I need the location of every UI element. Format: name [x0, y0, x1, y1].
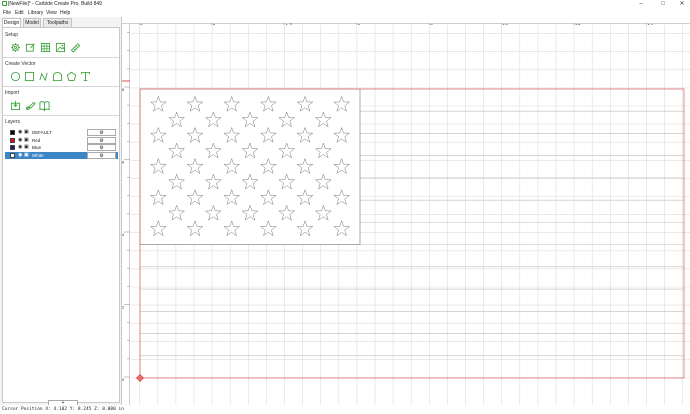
ruler-icon[interactable] — [70, 42, 81, 53]
section-import-label: Import — [5, 90, 20, 96]
ruler-top: 02468101214 — [122, 17, 690, 30]
layer-row[interactable]: ◉ ▣ DEFAULT ⚙ — [5, 129, 118, 136]
ruler-left-scale: 1086420 — [122, 15, 130, 382]
left-panel: Design Model Toolpaths Setup Create Vect… — [0, 17, 122, 406]
job-setup-icon[interactable] — [10, 42, 21, 53]
design-canvas[interactable] — [131, 25, 690, 405]
layer-settings-button[interactable]: ⚙ — [87, 151, 116, 159]
grid-icon[interactable] — [40, 42, 51, 53]
import-icon[interactable] — [10, 100, 21, 111]
menu-view[interactable]: View — [46, 9, 57, 17]
menu-edit[interactable]: Edit — [15, 9, 24, 17]
minimize-button[interactable]: – — [636, 0, 646, 8]
maximize-button[interactable]: □ — [658, 0, 668, 8]
section-divider — [3, 57, 119, 58]
layer-name: Blue — [32, 145, 42, 150]
section-divider — [3, 115, 119, 116]
layer-settings-button[interactable]: ⚙ — [87, 144, 116, 151]
layer-color-swatch[interactable] — [10, 137, 15, 143]
layer-name: DEFAULT — [32, 130, 52, 135]
layer-row[interactable]: ◉ ▣ White ⚙ — [5, 151, 118, 159]
visibility-eye-icon[interactable]: ◉ — [18, 144, 22, 151]
tab-design[interactable]: Design — [2, 18, 21, 27]
layer-name: White — [32, 152, 44, 158]
section-layers-label: Layers — [5, 119, 21, 125]
visibility-eye-icon[interactable]: ◉ — [18, 129, 22, 136]
tab-toolpaths[interactable]: Toolpaths — [43, 18, 72, 27]
lock-icon[interactable]: ▣ — [24, 137, 29, 144]
tab-model[interactable]: Model — [23, 18, 41, 27]
menu-library[interactable]: Library — [28, 9, 43, 17]
ruler-left-label: 0 — [122, 377, 125, 382]
lock-icon[interactable]: ▣ — [24, 144, 29, 151]
layer-color-swatch[interactable] — [10, 152, 15, 158]
polygon-icon[interactable] — [52, 71, 63, 82]
menu-help[interactable]: Help — [60, 9, 70, 17]
ruler-left-label: 8 — [122, 87, 125, 92]
circle-icon[interactable] — [10, 71, 21, 82]
layer-settings-button[interactable]: ⚙ — [87, 129, 116, 136]
section-setup-label: Setup — [5, 32, 19, 38]
close-button[interactable]: ✕ — [677, 0, 687, 8]
layer-color-swatch[interactable] — [10, 145, 15, 150]
curve-icon[interactable] — [38, 71, 49, 82]
layer-row[interactable]: ◉ ▣ Red ⚙ — [5, 136, 118, 144]
section-create-vector-label: Create Vector — [5, 61, 36, 67]
ruler-left: 1086420 — [122, 15, 130, 405]
trace-icon[interactable] — [25, 100, 36, 111]
book-icon[interactable] — [39, 100, 50, 111]
visibility-eye-icon[interactable]: ◉ — [18, 152, 22, 159]
lock-icon[interactable]: ▣ — [24, 129, 29, 136]
cursor-position: Cursor Position X: 4.102 Y: 8.245 Z: 0.0… — [2, 407, 124, 412]
rectangle-icon[interactable] — [24, 71, 35, 82]
menu-bar: File Edit Library View Help — [0, 9, 690, 17]
layer-row[interactable]: ◉ ▣ Blue ⚙ — [5, 144, 118, 151]
text-icon[interactable] — [80, 71, 91, 82]
title-bar: [NewFile]* - Carbide Create Pro, Build 8… — [0, 0, 690, 9]
app-logo-icon — [2, 1, 7, 6]
app-window: [NewFile]* - Carbide Create Pro, Build 8… — [0, 0, 690, 414]
layer-name: Red — [32, 137, 41, 143]
canvas-drawing[interactable] — [131, 25, 690, 405]
window-title: [NewFile]* - Carbide Create Pro, Build 8… — [8, 1, 102, 7]
ruler-left-label: 4 — [122, 232, 125, 237]
ruler-left-label: 6 — [122, 160, 125, 165]
lock-icon[interactable]: ▣ — [24, 152, 29, 159]
layer-color-swatch[interactable] — [10, 130, 15, 135]
menu-file[interactable]: File — [3, 9, 11, 17]
image-icon[interactable] — [55, 42, 66, 53]
edit-icon[interactable] — [25, 42, 36, 53]
layer-settings-button[interactable]: ⚙ — [87, 136, 116, 144]
design-panel: Setup Create Vector Import Layers ◉ ▣ DE… — [2, 27, 120, 406]
ruler-left-label: 2 — [122, 305, 125, 310]
section-divider — [3, 86, 119, 87]
visibility-eye-icon[interactable]: ◉ — [18, 137, 22, 144]
pentagon-icon[interactable] — [66, 71, 77, 82]
status-bar: Cursor Position X: 4.102 Y: 8.245 Z: 0.0… — [0, 405, 690, 414]
